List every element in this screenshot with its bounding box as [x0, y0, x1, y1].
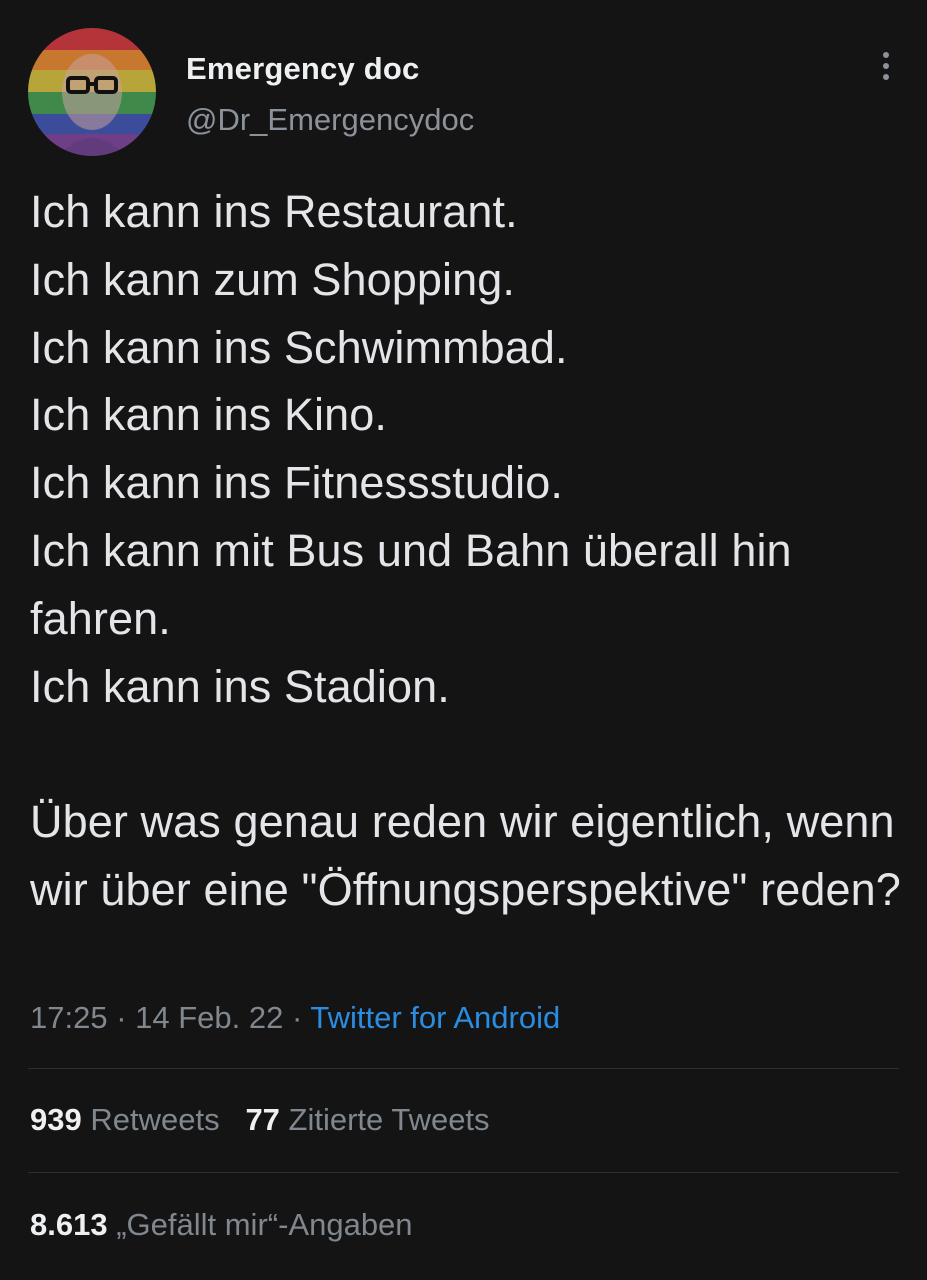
retweets-count: 939	[30, 1102, 82, 1137]
retweets-stat[interactable]: 939 Retweets	[30, 1102, 220, 1137]
meta-separator: ·	[292, 1000, 303, 1035]
more-vertical-icon[interactable]	[881, 52, 891, 86]
divider	[28, 1172, 899, 1173]
likes-count: 8.613	[30, 1207, 108, 1242]
tweet-meta: 17:25 · 14 Feb. 22 · Twitter for Android	[30, 998, 560, 1038]
avatar[interactable]	[28, 28, 156, 156]
likes-stat[interactable]: 8.613 „Gefällt mir“-Angaben	[30, 1207, 413, 1242]
avatar-image	[28, 28, 156, 156]
quotes-stat[interactable]: 77 Zitierte Tweets	[245, 1102, 489, 1137]
tweet-date: 14 Feb. 22	[135, 1000, 284, 1035]
quotes-label: Zitierte Tweets	[288, 1102, 490, 1137]
display-name[interactable]: Emergency doc	[186, 50, 474, 88]
tweet-time: 17:25	[30, 1000, 108, 1035]
tweet-text: Ich kann ins Restaurant. Ich kann zum Sh…	[30, 186, 901, 915]
user-handle[interactable]: @Dr_Emergencydoc	[186, 101, 474, 139]
meta-separator: ·	[116, 1000, 127, 1035]
retweet-stats-row: 939 Retweets 77 Zitierte Tweets	[30, 1100, 490, 1140]
likes-label: „Gefällt mir“-Angaben	[116, 1207, 413, 1242]
quotes-count: 77	[245, 1102, 280, 1137]
tweet-source-link[interactable]: Twitter for Android	[310, 1000, 560, 1035]
retweets-label: Retweets	[90, 1102, 220, 1137]
user-names: Emergency doc @Dr_Emergencydoc	[186, 50, 474, 139]
tweet-header: Emergency doc @Dr_Emergencydoc	[28, 28, 899, 156]
likes-stats-row: 8.613 „Gefällt mir“-Angaben	[30, 1205, 413, 1245]
tweet-detail: Emergency doc @Dr_Emergencydoc Ich kann …	[0, 0, 927, 1280]
divider	[28, 1068, 899, 1069]
